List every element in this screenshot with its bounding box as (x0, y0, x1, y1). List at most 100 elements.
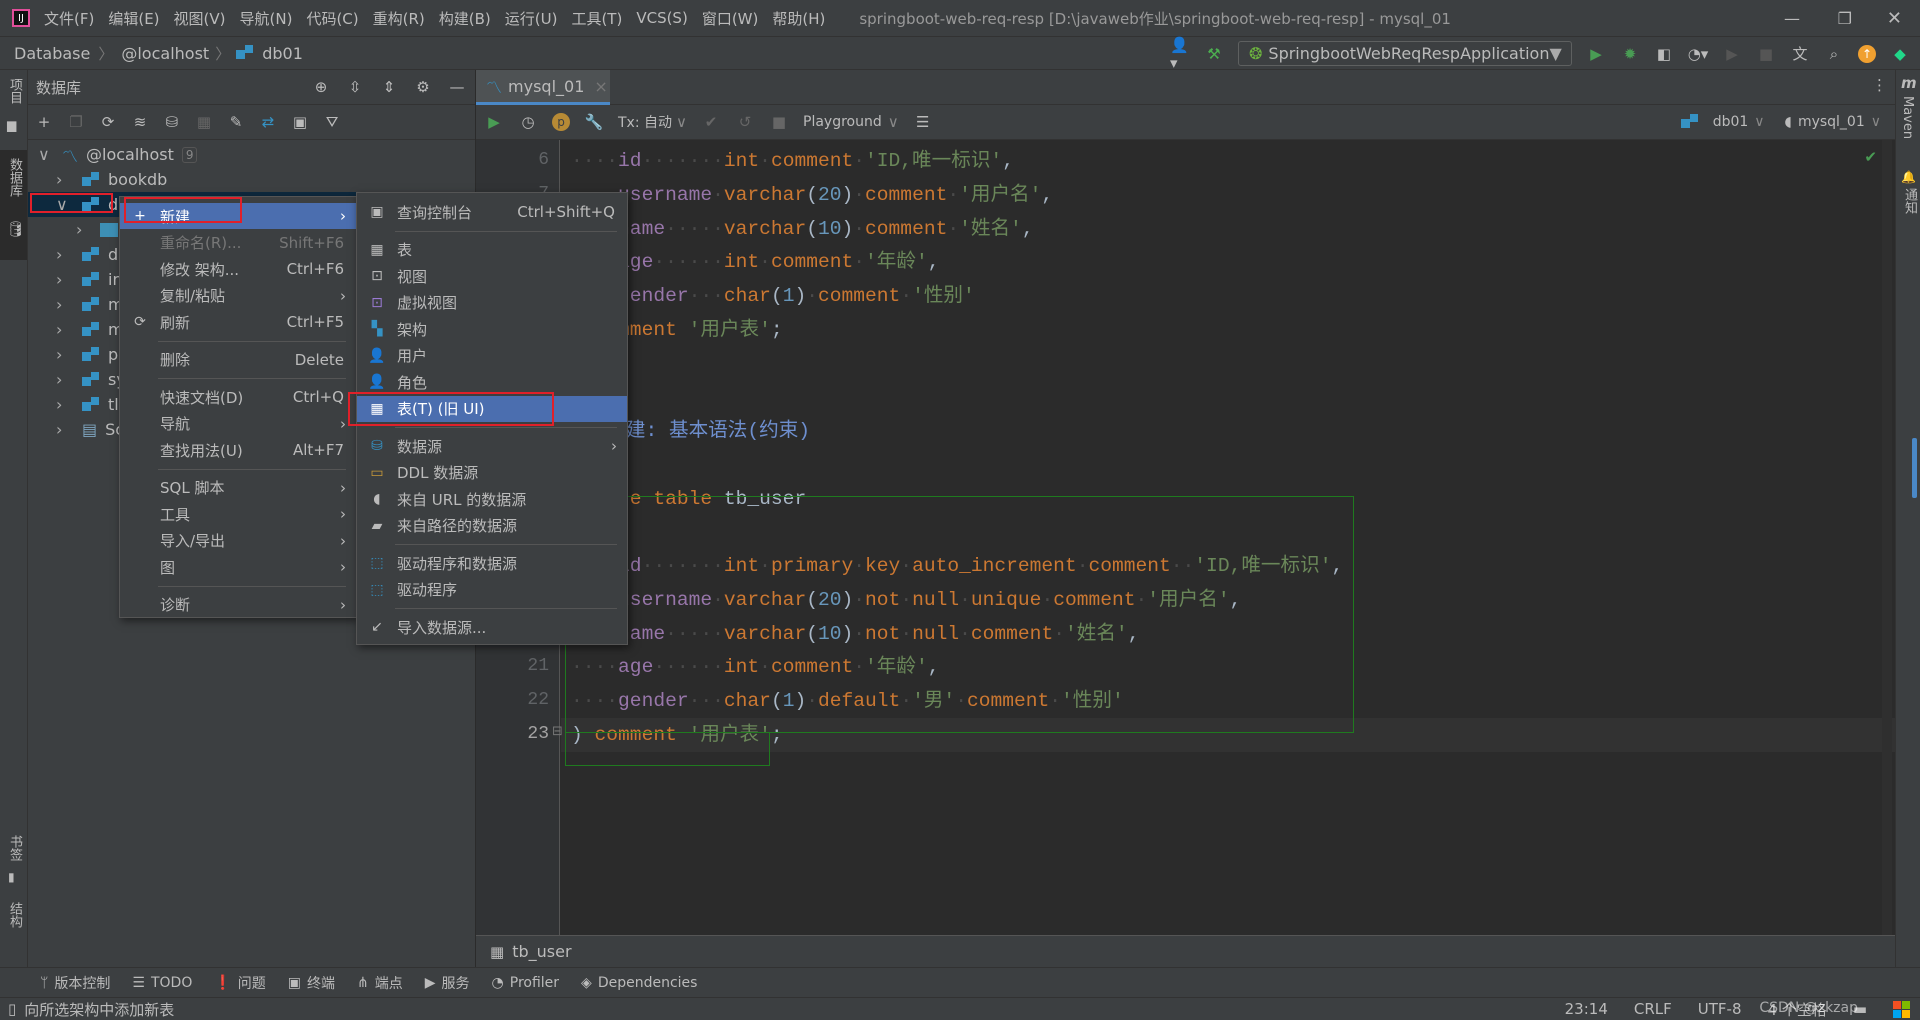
tree-item[interactable]: › bookdb (28, 167, 476, 192)
collapse-all-icon[interactable]: ⇕ (379, 77, 399, 97)
tree-item[interactable]: ∨ 〽 @localhost 9 (28, 142, 476, 167)
menu-2[interactable]: 视图(V) (174, 8, 226, 29)
menu-item[interactable]: 工具 › (120, 501, 356, 527)
scroll-marker[interactable] (1912, 438, 1917, 498)
chevron-right-icon[interactable]: › (76, 220, 94, 239)
status-toggle-icon[interactable]: ▯ (8, 1000, 16, 1018)
locate-icon[interactable]: ⊕ (311, 77, 331, 97)
restore-button[interactable]: ❐ (1838, 9, 1852, 28)
menu-item[interactable]: ⊡ 虚拟视图 (357, 290, 627, 316)
close-tab-icon[interactable]: × (594, 77, 607, 96)
code-line[interactable]: ····id·······int·comment·'ID,唯一标识', (571, 144, 1014, 178)
profile-icon[interactable]: ◔▾ (1688, 44, 1709, 64)
fold-marker-icon[interactable]: ⊟ (552, 724, 563, 739)
line-separator[interactable]: CRLF (1634, 1000, 1672, 1018)
tool-window-list[interactable]: ☰ TODO (132, 975, 192, 991)
menu-item[interactable]: ▦ 表 (357, 237, 627, 263)
menu-item[interactable]: ▚ 架构 (357, 316, 627, 342)
editor-scrollbar[interactable] (1882, 140, 1892, 935)
menu-item[interactable]: SQL 脚本 › (120, 475, 356, 501)
menu-0[interactable]: 文件(F) (44, 8, 94, 29)
more-options-icon[interactable]: ⋮ (1872, 76, 1887, 94)
explain-plan-icon[interactable]: p (552, 113, 570, 131)
chevron-right-icon[interactable]: › (56, 270, 74, 289)
code-line[interactable]: ····name·····varchar(10)·comment·'姓名', (571, 212, 1034, 246)
session-select[interactable]: mysql_01 (1798, 114, 1865, 130)
menu-item[interactable]: ⟳ 刷新 Ctrl+F5 (120, 309, 356, 335)
playground-select[interactable]: Playground (803, 114, 882, 130)
schema-select[interactable]: db01 (1713, 114, 1749, 130)
code-line[interactable]: ····username·varchar(20)·comment·'用户名', (571, 178, 1053, 212)
breadcrumb-database[interactable]: Database (14, 44, 90, 63)
chevron-right-icon[interactable]: › (56, 420, 74, 439)
menu-item[interactable]: 图 › (120, 554, 356, 580)
minimize-button[interactable]: — (1784, 9, 1800, 28)
coverage-icon[interactable]: ◧ (1654, 44, 1674, 64)
gear-icon[interactable]: ⚙ (413, 77, 433, 97)
menu-10[interactable]: 窗口(W) (702, 8, 759, 29)
menu-item[interactable]: 复制/粘贴 › (120, 283, 356, 309)
chevron-right-icon[interactable]: › (56, 395, 74, 414)
menu-item[interactable]: ↙ 导入数据源... (357, 614, 627, 640)
refresh-icon[interactable]: ⟳ (98, 112, 118, 132)
breadcrumb-schema[interactable]: db01 (262, 44, 303, 63)
menu-item[interactable]: ▣ 查询控制台 Ctrl+Shift+Q (357, 199, 627, 225)
tool-window-services[interactable]: ▶ 服务 (425, 973, 470, 993)
tab-mysql-01[interactable]: 〽 mysql_01 × (476, 70, 610, 105)
add-icon[interactable]: + (34, 112, 54, 132)
caret-position[interactable]: 23:14 (1565, 1000, 1608, 1018)
menu-item[interactable]: 查找用法(U) Alt+F7 (120, 437, 356, 463)
run-icon[interactable]: ▶ (1586, 44, 1606, 64)
history-icon[interactable]: ◷ (518, 112, 538, 132)
toolbox-logo-icon[interactable]: ◆ (1890, 44, 1910, 64)
tool-tab-structure[interactable]: 结构 (5, 902, 24, 928)
tool-window-profiler[interactable]: ◔ Profiler (492, 975, 560, 991)
menu-item[interactable]: 👤 用户 (357, 343, 627, 369)
run-config-select[interactable]: ❂ SpringbootWebReqRespApplication ▼ (1238, 41, 1572, 66)
code-line[interactable]: ····gender···char(1)·comment·'性别' (571, 279, 975, 313)
tool-tab-notifications[interactable]: 通知 (1900, 188, 1919, 214)
chevron-down-icon[interactable]: ∨ (38, 145, 56, 164)
tool-window-dependencies[interactable]: ◈ Dependencies (581, 975, 697, 991)
tool-tab-database[interactable]: 数据库 🛢 (0, 150, 27, 260)
menu-5[interactable]: 重构(R) (373, 8, 425, 29)
file-encoding[interactable]: UTF-8 (1698, 1000, 1742, 1018)
edit-icon[interactable]: ✎ (226, 112, 246, 132)
menu-item[interactable]: 导入/导出 › (120, 528, 356, 554)
tool-tab-project[interactable]: 项目 (5, 78, 24, 104)
menu-1[interactable]: 编辑(E) (108, 8, 159, 29)
statement-label[interactable]: tb_user (512, 942, 571, 961)
menu-item[interactable]: 导航 › (120, 411, 356, 437)
menu-9[interactable]: VCS(S) (636, 9, 687, 27)
user-icon[interactable]: 👤▾ (1170, 36, 1190, 72)
tool-window-branch[interactable]: ᛘ 版本控制 (40, 973, 110, 993)
tool-window-problems[interactable]: ❗ 问题 (214, 973, 265, 993)
menu-item[interactable]: 修改 架构... Ctrl+F6 (120, 256, 356, 282)
menu-6[interactable]: 构建(B) (439, 8, 491, 29)
tool-window-terminal[interactable]: ▣ 终端 (288, 973, 335, 993)
wrench-icon[interactable]: 🔧 (584, 112, 604, 132)
jump-icon[interactable]: ⇄ (258, 112, 278, 132)
filter-icon[interactable]: ⛛ (322, 112, 342, 132)
output-table-icon[interactable]: ☰ (913, 112, 933, 132)
menu-11[interactable]: 帮助(H) (772, 8, 825, 29)
translate-icon[interactable]: 文 (1790, 44, 1810, 64)
menu-7[interactable]: 运行(U) (505, 8, 558, 29)
menu-item[interactable]: ⬚ 驱动程序和数据源 (357, 550, 627, 576)
menu-item[interactable]: ⬚ 驱动程序 (357, 577, 627, 603)
hide-icon[interactable]: — (447, 77, 467, 97)
menu-item[interactable]: 快速文档(D) Ctrl+Q (120, 384, 356, 410)
search-icon[interactable]: ⌕ (1824, 44, 1844, 64)
chevron-right-icon[interactable]: › (56, 170, 74, 189)
menu-8[interactable]: 工具(T) (571, 8, 622, 29)
menu-item[interactable]: ⊡ 视图 (357, 263, 627, 289)
tool-tab-bookmarks[interactable]: 书签 (5, 835, 24, 861)
menu-4[interactable]: 代码(C) (306, 8, 358, 29)
execute-icon[interactable]: ▶ (484, 112, 504, 132)
update-icon[interactable]: ↑ (1858, 44, 1876, 63)
chevron-right-icon[interactable]: › (56, 345, 74, 364)
debug-icon[interactable]: ✹ (1620, 44, 1640, 64)
build-hammer-icon[interactable]: ⚒ (1204, 44, 1224, 64)
menu-item[interactable]: ▰ 来自路径的数据源 (357, 513, 627, 539)
tool-window-endpoints[interactable]: ⋔ 端点 (357, 973, 403, 993)
